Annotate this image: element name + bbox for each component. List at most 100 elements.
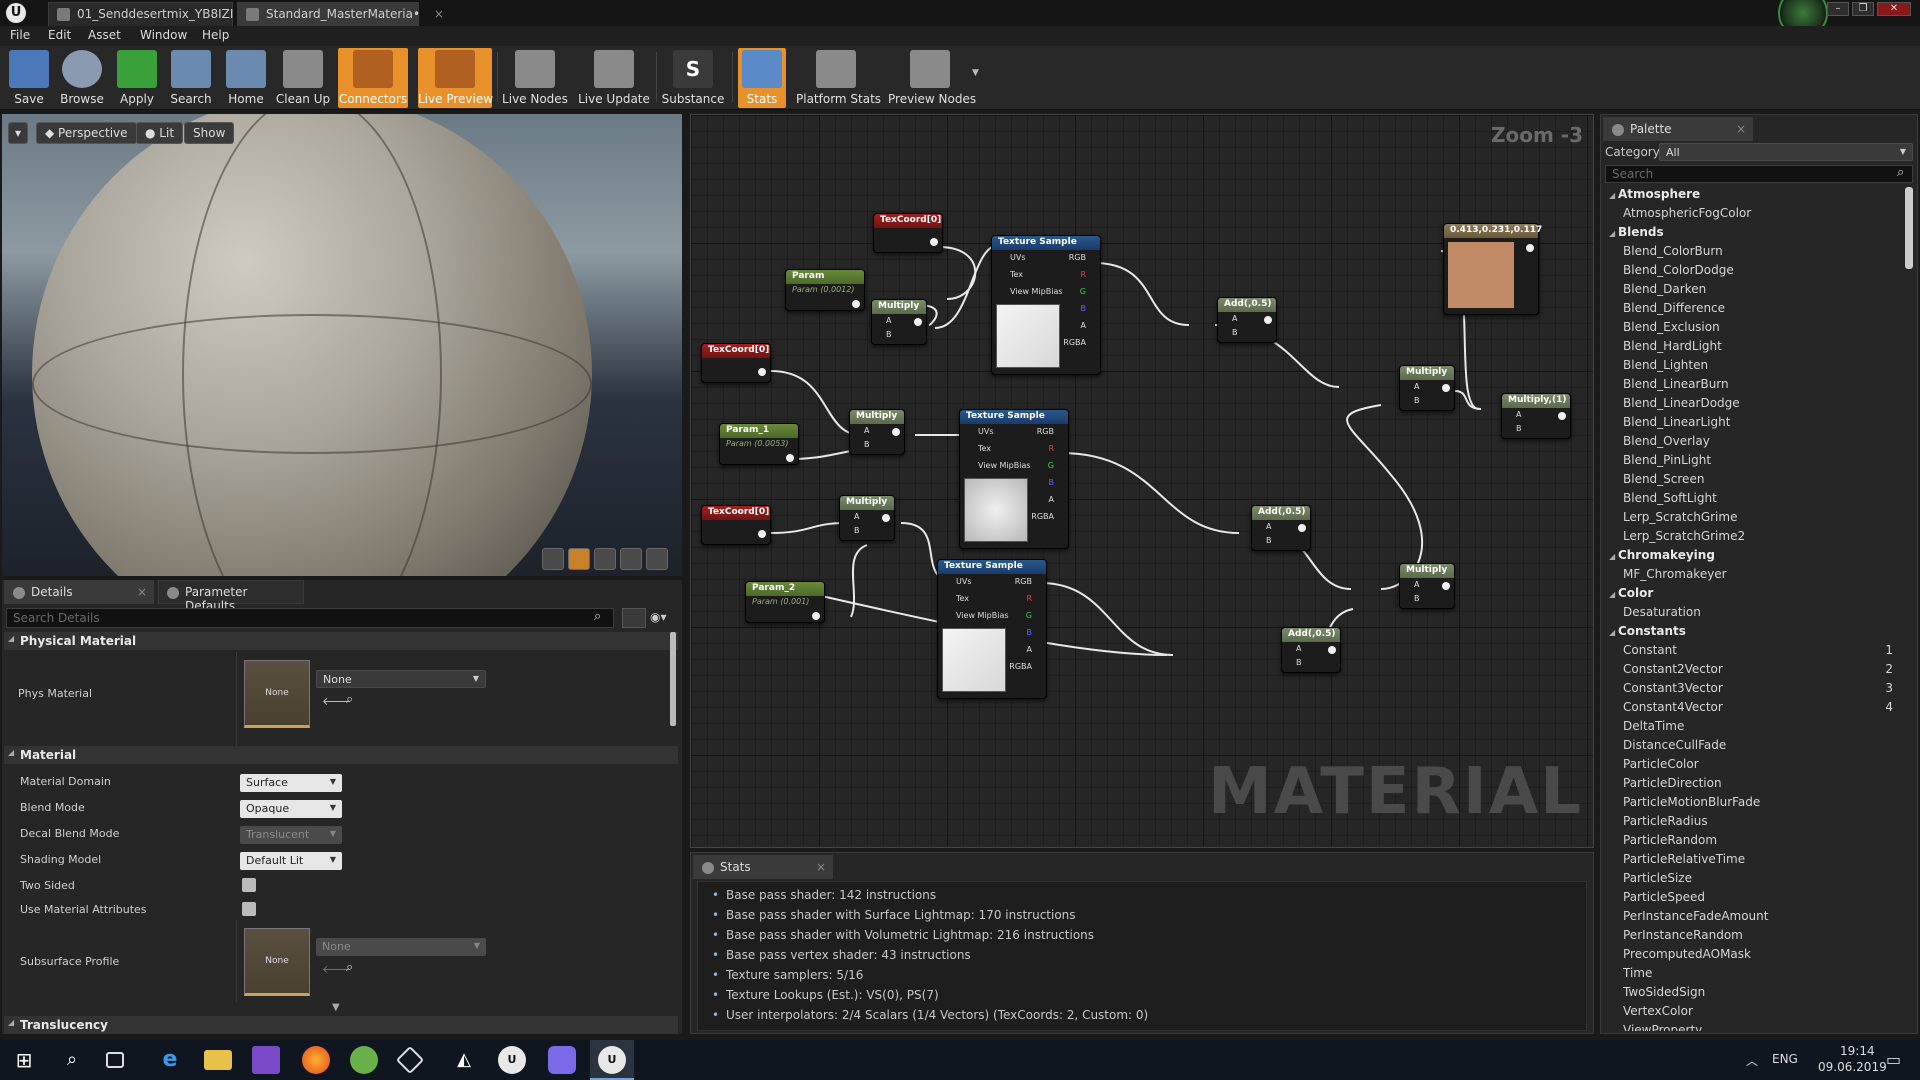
node-param[interactable]: Param_2 Param (0.001) xyxy=(745,581,825,623)
close-icon[interactable]: × xyxy=(816,860,826,874)
pin-view-mipbias[interactable]: View MipBias xyxy=(1010,287,1063,296)
pin-b[interactable]: B xyxy=(864,440,870,449)
node-add[interactable]: Add(,0.5) A B xyxy=(1281,627,1341,673)
palette-item[interactable]: MF_Chromakeyer xyxy=(1623,567,1727,581)
palette-item[interactable]: ParticleSpeed xyxy=(1623,890,1705,904)
category-dropdown[interactable]: All xyxy=(1659,143,1913,161)
palette-search-input[interactable]: Search xyxy=(1605,165,1913,183)
minimize-button[interactable]: – xyxy=(1827,2,1849,16)
palette-category[interactable]: Constants xyxy=(1609,624,1686,638)
node-texture-sample[interactable]: Texture Sample UVs Tex View MipBias RGB … xyxy=(991,235,1101,375)
node-texture-sample[interactable]: Texture Sample UVs Tex View MipBias RGB … xyxy=(937,559,1047,699)
palette-item[interactable]: Blend_PinLight xyxy=(1623,453,1711,467)
material-domain-dropdown[interactable]: Surface xyxy=(240,774,342,792)
substance-button[interactable]: S Substance xyxy=(660,48,726,108)
palette-item[interactable]: Blend_Screen xyxy=(1623,472,1704,486)
pin-a[interactable]: A xyxy=(864,426,869,435)
pin-b[interactable]: B xyxy=(854,526,860,535)
pin-rgb[interactable]: RGB xyxy=(1069,253,1086,262)
pin-a[interactable]: A xyxy=(1516,410,1521,419)
output-pin[interactable] xyxy=(1558,412,1566,420)
language-indicator[interactable]: ENG xyxy=(1772,1052,1798,1066)
output-pin[interactable] xyxy=(1264,316,1272,324)
pin-b[interactable]: B xyxy=(1266,536,1272,545)
preview-cube-icon[interactable] xyxy=(620,548,642,570)
pin-view-mipbias[interactable]: View MipBias xyxy=(978,461,1031,470)
palette-item[interactable]: Blend_Lighten xyxy=(1623,358,1708,372)
pin-rgba[interactable]: RGBA xyxy=(1063,338,1086,347)
node-param[interactable]: Param Param (0.0012) xyxy=(785,269,865,311)
pin-b[interactable]: B xyxy=(1414,594,1420,603)
output-pin[interactable] xyxy=(914,318,922,326)
details-search-input[interactable]: Search Details xyxy=(6,608,614,628)
palette-item[interactable]: ParticleMotionBlurFade xyxy=(1623,795,1760,809)
pin-a[interactable]: A xyxy=(1414,580,1419,589)
two-sided-checkbox[interactable] xyxy=(242,878,256,892)
material-graph[interactable]: Zoom -3 MATERIAL TexCoord[0] TexCoord[0]… xyxy=(690,114,1594,848)
palette-item[interactable]: PerInstanceRandom xyxy=(1623,928,1743,942)
pin-uvs[interactable]: UVs xyxy=(956,577,972,586)
menu-asset[interactable]: Asset xyxy=(88,28,121,42)
search-button[interactable]: Search xyxy=(166,48,216,108)
palette-item[interactable]: PerInstanceFadeAmount xyxy=(1623,909,1768,923)
pin-r[interactable]: R xyxy=(1026,594,1032,603)
subsurface-profile-thumbnail[interactable]: None xyxy=(244,928,310,996)
pin-a[interactable]: A xyxy=(1081,321,1086,330)
output-pin[interactable] xyxy=(852,300,860,308)
palette-item[interactable]: Blend_LinearBurn xyxy=(1623,377,1729,391)
palette-category[interactable]: Atmosphere xyxy=(1609,187,1700,201)
node-multiply[interactable]: Multiply A B xyxy=(871,299,927,345)
output-pin[interactable] xyxy=(1298,524,1306,532)
viewport-options-button[interactable]: ▾ xyxy=(8,122,28,144)
palette-item[interactable]: Blend_LinearLight xyxy=(1623,415,1730,429)
close-icon[interactable]: × xyxy=(1736,122,1746,136)
section-material[interactable]: Material xyxy=(4,746,678,764)
doc-tab-level[interactable]: 01_Senddesertmix_YB8IZI xyxy=(48,2,233,26)
pin-a[interactable]: A xyxy=(1414,382,1419,391)
output-pin[interactable] xyxy=(1442,384,1450,392)
pin-g[interactable]: G xyxy=(1048,461,1054,470)
node-add[interactable]: Add(,0.5) A B xyxy=(1251,505,1311,551)
palette-item[interactable]: TwoSidedSign xyxy=(1623,985,1705,999)
discord-icon[interactable] xyxy=(548,1046,576,1074)
palette-category[interactable]: Chromakeying xyxy=(1609,548,1715,562)
pin-b[interactable]: B xyxy=(1414,396,1420,405)
preview-sphere-icon[interactable] xyxy=(568,548,590,570)
palette-item[interactable]: ParticleDirection xyxy=(1623,776,1722,790)
palette-item[interactable]: AtmosphericFogColor xyxy=(1623,206,1751,220)
pin-g[interactable]: G xyxy=(1080,287,1086,296)
stats-button[interactable]: Stats xyxy=(738,48,786,108)
node-texcoord[interactable]: TexCoord[0] xyxy=(873,213,943,253)
pin-rgb[interactable]: RGB xyxy=(1015,577,1032,586)
palette-category[interactable]: Blends xyxy=(1609,225,1664,239)
unreal-icon[interactable]: U xyxy=(498,1046,526,1074)
cube-app-icon[interactable] xyxy=(395,1045,425,1075)
close-icon[interactable]: × xyxy=(434,7,444,21)
preview-nodes-button[interactable]: Preview Nodes xyxy=(888,48,976,108)
palette-item[interactable]: ViewProperty xyxy=(1623,1023,1702,1031)
pin-a[interactable]: A xyxy=(1296,644,1301,653)
pin-a[interactable]: A xyxy=(886,316,891,325)
pin-a[interactable]: A xyxy=(1027,645,1032,654)
palette-item[interactable]: Lerp_ScratchGrime xyxy=(1623,510,1737,524)
node-texcoord[interactable]: TexCoord[0] xyxy=(701,505,771,545)
palette-item[interactable]: Constant3Vector xyxy=(1623,681,1723,695)
menu-help[interactable]: Help xyxy=(202,28,229,42)
clock-time[interactable]: 19:14 xyxy=(1840,1044,1875,1058)
palette-item[interactable]: ParticleColor xyxy=(1623,757,1699,771)
output-pin[interactable] xyxy=(758,530,766,538)
view-options-icon[interactable] xyxy=(622,608,646,628)
close-icon[interactable]: × xyxy=(137,585,147,599)
palette-item[interactable]: Blend_Darken xyxy=(1623,282,1706,296)
palette-item[interactable]: Lerp_ScratchGrime2 xyxy=(1623,529,1745,543)
palette-item[interactable]: DeltaTime xyxy=(1623,719,1684,733)
show-button[interactable]: Show xyxy=(184,122,235,144)
palette-item[interactable]: Blend_HardLight xyxy=(1623,339,1722,353)
doc-tab-material[interactable]: Standard_MasterMateria• × xyxy=(237,2,444,26)
windows-start-icon[interactable]: ⊞ xyxy=(10,1046,38,1074)
pin-a[interactable]: A xyxy=(854,512,859,521)
preview-viewport[interactable]: ▾ ◆ Perspective ● Lit Show xyxy=(2,114,682,576)
preview-plane-icon[interactable] xyxy=(594,548,616,570)
pin-b[interactable]: B xyxy=(1081,304,1087,313)
home-button[interactable]: Home xyxy=(222,48,270,108)
